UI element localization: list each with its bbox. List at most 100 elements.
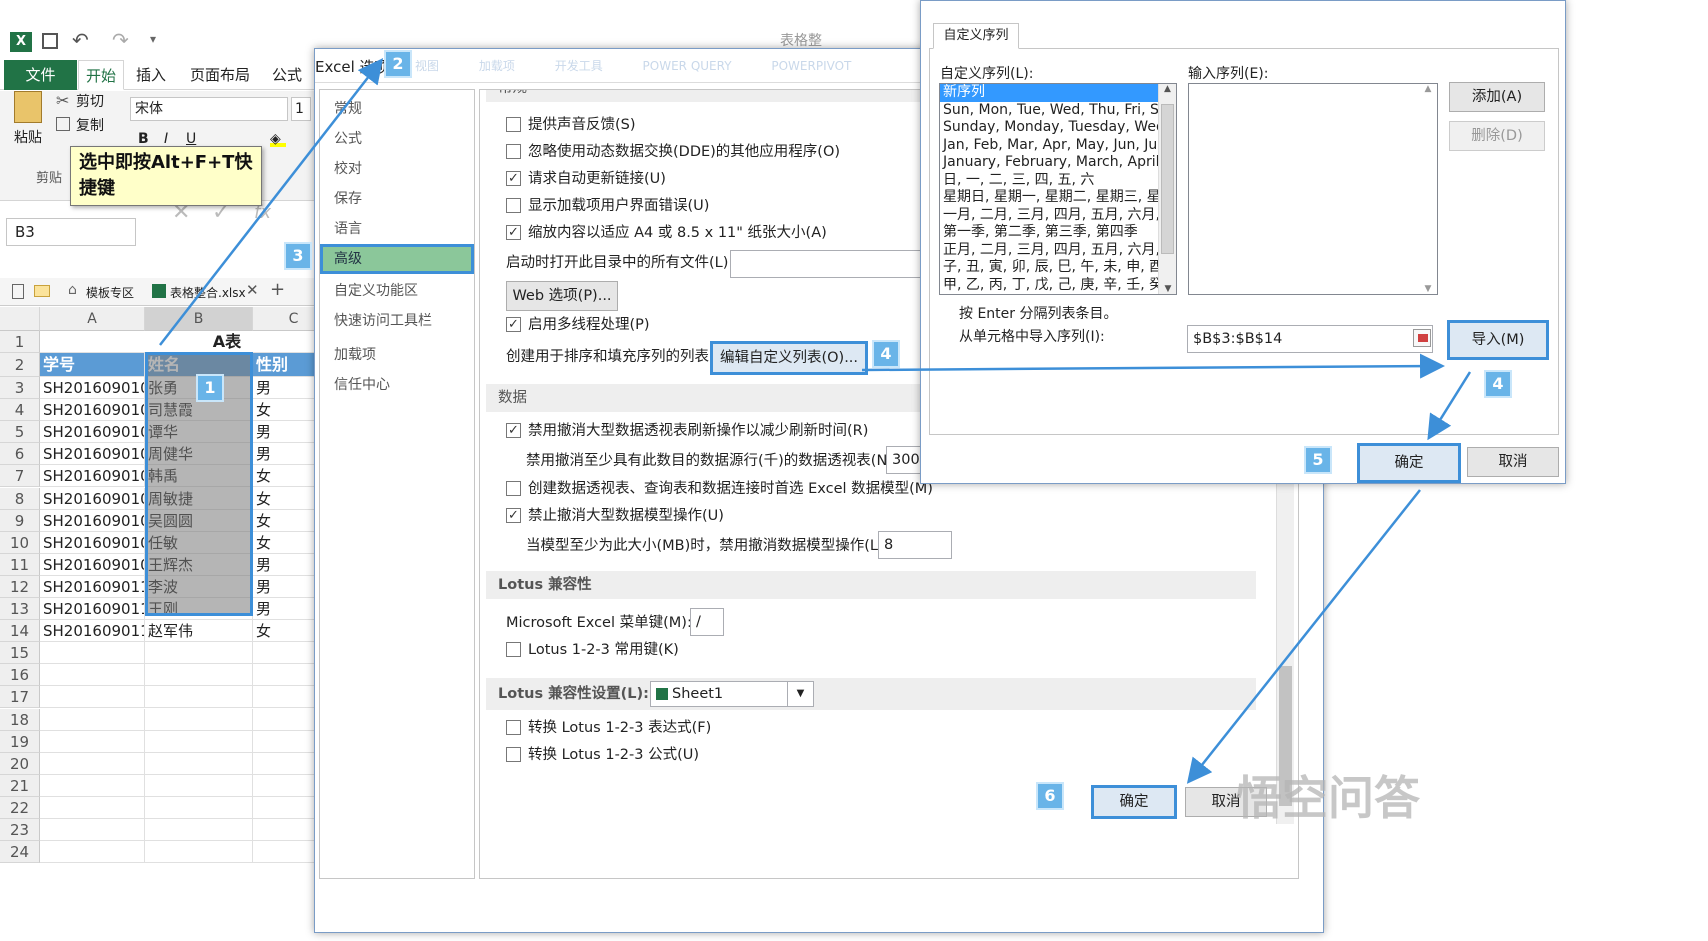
custom-list-item[interactable]: 正月, 二月, 三月, 四月, 五月, 六月, 七 [940,242,1158,260]
option-autolink[interactable]: 请求自动更新链接(U) [506,166,666,192]
checkbox[interactable] [506,312,521,338]
scroll-up-icon[interactable]: ▲ [1159,84,1176,94]
option-lotus-formula[interactable]: 转换 Lotus 1-2-3 公式(U) [506,742,699,768]
cut-label[interactable]: 剪切 [76,91,104,111]
row-header[interactable]: 7 [0,465,40,488]
options-ok-button[interactable]: 确定 [1091,785,1177,819]
font-name-select[interactable]: 宋体 [130,97,288,121]
empty-cell[interactable] [145,686,253,709]
tab-insert[interactable]: 插入 [128,60,174,90]
folder-icon[interactable] [34,285,50,297]
student-id-cell[interactable]: SH2016090103 [40,421,145,444]
empty-cell[interactable] [145,796,253,819]
empty-cell[interactable] [145,664,253,687]
import-range-input[interactable]: $B$3:$B$14 [1187,325,1433,353]
empty-cell[interactable] [40,752,145,775]
list-entries-textarea[interactable]: ▲ ▼ [1188,83,1438,295]
tab-home[interactable]: 开始 [78,60,124,90]
redo-icon[interactable]: ↷ [112,28,129,52]
nav-general[interactable]: 常规 [320,94,474,124]
custom-list-item[interactable]: 日, 一, 二, 三, 四, 五, 六 [940,172,1158,190]
listbox-scrollbar[interactable]: ▲ ▼ [1158,84,1176,294]
row-header[interactable]: 24 [0,841,40,864]
checkbox[interactable] [506,747,521,762]
student-id-cell[interactable]: SH2016090108 [40,531,145,554]
custom-list-item[interactable]: 子, 丑, 寅, 卯, 辰, 巳, 午, 未, 申, 酉, 戌 [940,259,1158,277]
custom-list-item[interactable]: Jan, Feb, Mar, Apr, May, Jun, Jul, [940,137,1158,155]
row-header[interactable]: 21 [0,774,40,797]
scroll-up-icon[interactable]: ▲ [1419,84,1437,94]
custom-list-item[interactable]: January, February, March, April, [940,154,1158,172]
column-header-b[interactable]: B [145,307,253,331]
fill-color-icon[interactable]: ◈ [270,131,286,147]
home-icon[interactable]: ⌂ [68,282,77,298]
save-icon[interactable] [42,33,58,49]
option-lotus-expr[interactable]: 转换 Lotus 1-2-3 表达式(F) [506,715,711,741]
row-header[interactable]: 12 [0,575,40,598]
table-title-cell[interactable]: A表 [40,331,335,353]
font-size-select[interactable]: 1 [291,97,311,121]
option-sound[interactable]: 提供声音反馈(S) [506,112,636,138]
empty-cell[interactable] [40,841,145,864]
nav-language[interactable]: 语言 [320,214,474,244]
student-id-cell[interactable]: SH2016090101 [40,377,145,400]
checkbox[interactable] [506,198,521,213]
italic-button[interactable]: I [164,131,168,147]
range-picker-icon[interactable] [1413,329,1431,347]
row-header[interactable]: 1 [0,331,40,353]
undo-icon[interactable]: ↶ [72,28,89,52]
tab-formulas[interactable]: 公式 [264,60,310,90]
option-dde[interactable]: 忽略使用动态数据交换(DDE)的其他应用程序(O) [506,139,840,165]
row-header[interactable]: 5 [0,421,40,444]
checkbox[interactable] [506,642,521,657]
empty-cell[interactable] [145,708,253,731]
copy-icon[interactable] [56,117,70,131]
tab-custom-lists[interactable]: 自定义序列 [933,23,1019,49]
empty-cell[interactable] [145,730,253,753]
nav-trust-center[interactable]: 信任中心 [320,370,474,400]
empty-cell[interactable] [40,686,145,709]
import-button[interactable]: 导入(M) [1447,320,1549,360]
lists-ok-button[interactable]: 确定 [1357,443,1461,483]
column-header-a[interactable]: A [40,307,145,331]
nav-quick-access[interactable]: 快速访问工具栏 [320,306,474,336]
tab-file[interactable]: 文件 [4,60,77,90]
row-header[interactable]: 20 [0,752,40,775]
student-name-cell[interactable]: 赵军伟 [145,620,253,643]
checkbox[interactable] [506,720,521,735]
nav-formulas[interactable]: 公式 [320,124,474,154]
row-header[interactable]: 8 [0,487,40,510]
empty-cell[interactable] [40,796,145,819]
student-id-cell[interactable]: SH2016090112 [40,620,145,643]
empty-cell[interactable] [145,774,253,797]
row-header[interactable]: 17 [0,686,40,709]
custom-list-item[interactable]: Sunday, Monday, Tuesday, Wed [940,119,1158,137]
new-file-icon[interactable] [12,284,24,299]
empty-cell[interactable] [145,642,253,665]
paste-label[interactable]: 粘贴 [14,127,42,147]
scrollbar-thumb[interactable] [1161,104,1174,254]
custom-list-item[interactable]: 甲, 乙, 丙, 丁, 戊, 己, 庚, 辛, 壬, 癸 [940,277,1158,295]
workbook-tab-current[interactable]: 表格整合.xlsx [170,284,246,301]
copy-label[interactable]: 复制 [76,115,104,135]
workbook-tab-templates[interactable]: 模板专区 [86,284,134,301]
row-header[interactable]: 11 [0,553,40,576]
row-header[interactable]: 3 [0,377,40,400]
empty-cell[interactable] [145,819,253,842]
empty-cell[interactable] [40,819,145,842]
custom-list-item[interactable]: 新序列 [940,84,1158,102]
close-tab-icon[interactable]: ✕ [246,281,259,299]
option-model-undo[interactable]: 禁止撤消大型数据模型操作(U) [506,503,724,529]
empty-cell[interactable] [40,708,145,731]
option-pivot-undo[interactable]: 禁用撤消大型数据透视表刷新操作以减少刷新时间(R) [506,418,868,444]
empty-cell[interactable] [145,841,253,864]
paste-icon[interactable] [14,91,42,123]
student-id-cell[interactable]: SH2016090107 [40,509,145,532]
student-id-cell[interactable]: SH2016090102 [40,399,145,422]
checkbox[interactable] [506,503,521,529]
menu-key-input[interactable]: / [690,608,724,636]
custom-list-item[interactable]: 星期日, 星期一, 星期二, 星期三, 星期 [940,189,1158,207]
checkbox[interactable] [506,117,521,132]
nav-advanced[interactable]: 高级 [320,244,474,274]
row-header[interactable]: 6 [0,443,40,466]
